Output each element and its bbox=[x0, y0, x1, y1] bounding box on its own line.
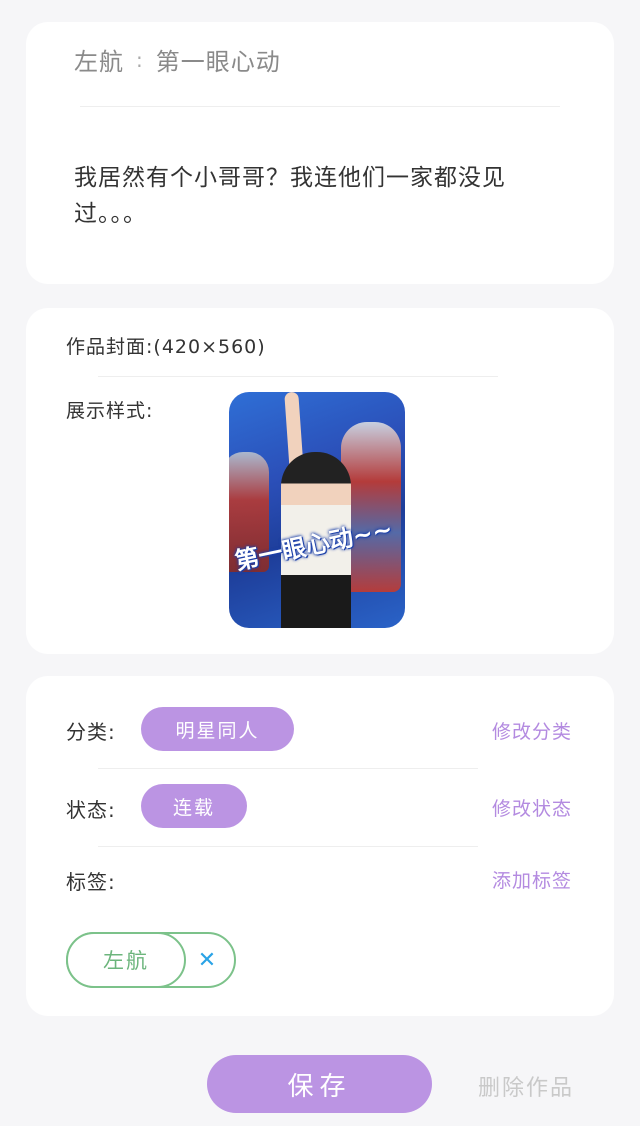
edit-work-page: 左航 : 第一眼心动 我居然有个小哥哥？我连他们一家都没见过。。。 作品封面:(… bbox=[0, 0, 640, 1126]
delete-work-link[interactable]: 删除作品 bbox=[478, 1070, 574, 1102]
status-label: 状态: bbox=[66, 798, 116, 822]
title-separator: : bbox=[136, 47, 144, 72]
category-badge: 明星同人 bbox=[141, 707, 294, 751]
work-description[interactable]: 我居然有个小哥哥？我连他们一家都没见过。。。 bbox=[74, 160, 566, 232]
close-icon[interactable]: ✕ bbox=[194, 947, 220, 973]
divider bbox=[98, 376, 498, 377]
add-tag-link[interactable]: 添加标签 bbox=[492, 866, 572, 893]
work-title: 第一眼心动 bbox=[155, 48, 281, 76]
edit-category-link[interactable]: 修改分类 bbox=[492, 717, 572, 744]
divider bbox=[98, 846, 478, 847]
work-info-card: 左航 : 第一眼心动 我居然有个小哥哥？我连他们一家都没见过。。。 bbox=[26, 22, 614, 284]
divider bbox=[98, 768, 478, 769]
cover-card: 作品封面:(420×560) 展示样式: 第一眼心动~~ bbox=[26, 308, 614, 654]
tag-chip: 左航 ✕ bbox=[66, 932, 236, 988]
divider bbox=[80, 106, 560, 107]
edit-status-link[interactable]: 修改状态 bbox=[492, 794, 572, 821]
category-label: 分类: bbox=[66, 720, 116, 744]
work-title-line[interactable]: 左航 : 第一眼心动 bbox=[74, 42, 281, 77]
cover-image[interactable]: 第一眼心动~~ bbox=[229, 392, 405, 628]
work-author: 左航 bbox=[74, 48, 124, 76]
display-style-label: 展示样式: bbox=[66, 400, 154, 422]
status-badge: 连载 bbox=[141, 784, 247, 828]
save-button[interactable]: 保存 bbox=[207, 1055, 432, 1113]
tag-label[interactable]: 左航 bbox=[66, 932, 186, 988]
tags-label: 标签: bbox=[66, 870, 116, 894]
cover-label: 作品封面:(420×560) bbox=[66, 336, 266, 358]
meta-card: 分类: 明星同人 修改分类 状态: 连载 修改状态 标签: 添加标签 左航 ✕ bbox=[26, 676, 614, 1016]
